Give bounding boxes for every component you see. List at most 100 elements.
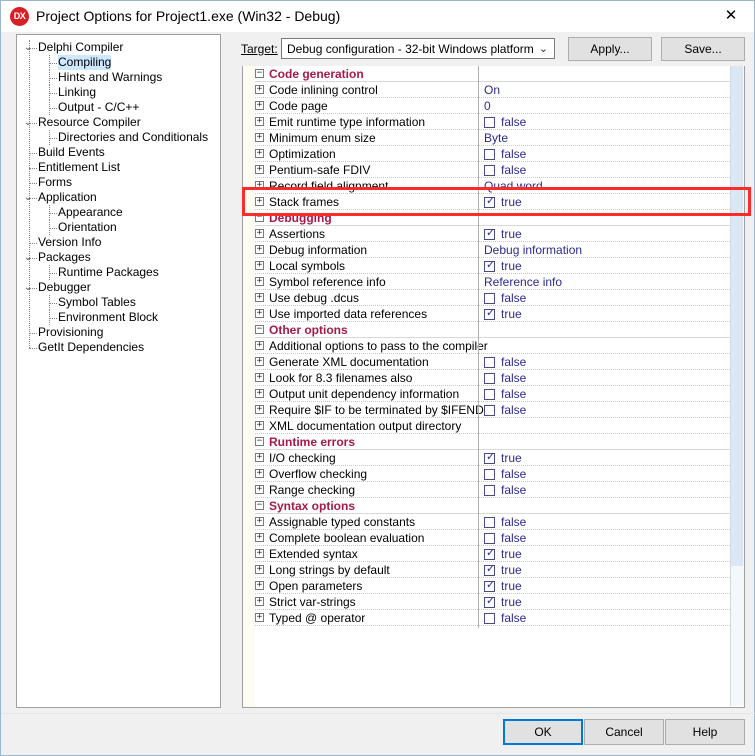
- expand-icon[interactable]: +: [255, 85, 264, 94]
- expand-icon[interactable]: +: [255, 245, 264, 254]
- property-value[interactable]: false: [501, 162, 526, 178]
- expand-icon[interactable]: +: [255, 469, 264, 478]
- grid-row-debug-information[interactable]: + Debug information Debug information: [243, 242, 732, 258]
- grid-row-strict-var-strings[interactable]: + Strict var-strings ✓ true: [243, 594, 732, 610]
- sidebar-item-environment-block[interactable]: Environment Block: [17, 310, 220, 325]
- property-checkbox[interactable]: ✓: [484, 564, 495, 576]
- cancel-button[interactable]: Cancel: [584, 719, 664, 745]
- grid-row-symbol-reference-info[interactable]: + Symbol reference info Reference info: [243, 274, 732, 290]
- expand-icon[interactable]: +: [255, 261, 264, 270]
- property-checkbox[interactable]: [484, 165, 495, 176]
- property-value[interactable]: true: [501, 578, 522, 594]
- sidebar-item-delphi-compiler[interactable]: ⌄ Delphi Compiler: [17, 40, 220, 55]
- property-checkbox[interactable]: ✓: [484, 452, 495, 464]
- grid-row-extended-syntax[interactable]: + Extended syntax ✓ true: [243, 546, 732, 562]
- property-value[interactable]: true: [501, 450, 522, 466]
- chevron-down-icon[interactable]: ⌄: [22, 250, 34, 265]
- options-tree[interactable]: ⌄ Delphi Compiler Compiling Hints and Warni…: [16, 34, 221, 708]
- expand-icon[interactable]: +: [255, 181, 264, 190]
- expand-icon[interactable]: +: [255, 533, 264, 542]
- property-checkbox[interactable]: [484, 517, 495, 528]
- expand-icon[interactable]: +: [255, 229, 264, 238]
- grid-row-code-inlining-control[interactable]: + Code inlining control On: [243, 82, 732, 98]
- property-checkbox[interactable]: ✓: [484, 260, 495, 272]
- grid-row-minimum-enum-size[interactable]: + Minimum enum size Byte: [243, 130, 732, 146]
- sidebar-item-orientation[interactable]: Orientation: [17, 220, 220, 235]
- sidebar-item-provisioning[interactable]: Provisioning: [17, 325, 220, 340]
- expand-icon[interactable]: +: [255, 277, 264, 286]
- property-value[interactable]: false: [501, 514, 526, 530]
- sidebar-item-resource-compiler[interactable]: ⌄ Resource Compiler: [17, 115, 220, 130]
- apply-button[interactable]: Apply...: [568, 37, 652, 61]
- property-value[interactable]: Debug information: [484, 242, 582, 258]
- grid-category-runtime-errors[interactable]: − Runtime errors: [243, 434, 732, 450]
- property-value[interactable]: Byte: [484, 130, 508, 146]
- property-value[interactable]: false: [501, 386, 526, 402]
- expand-icon[interactable]: +: [255, 517, 264, 526]
- sidebar-item-application[interactable]: ⌄ Application: [17, 190, 220, 205]
- property-value[interactable]: true: [501, 594, 522, 610]
- property-value[interactable]: false: [501, 402, 526, 418]
- grid-column-divider[interactable]: [478, 66, 479, 628]
- grid-row-output-unit-dependency-information[interactable]: + Output unit dependency information false: [243, 386, 732, 402]
- grid-row-look-for-8-3-filenames-also[interactable]: + Look for 8.3 filenames also false: [243, 370, 732, 386]
- grid-row-generate-xml-documentation[interactable]: + Generate XML documentation false: [243, 354, 732, 370]
- grid-row-assertions[interactable]: + Assertions ✓ true: [243, 226, 732, 242]
- property-checkbox[interactable]: [484, 405, 495, 416]
- property-value[interactable]: false: [501, 466, 526, 482]
- property-value[interactable]: true: [501, 258, 522, 274]
- expand-icon[interactable]: +: [255, 405, 264, 414]
- property-value[interactable]: Quad word: [484, 178, 543, 194]
- expand-icon[interactable]: +: [255, 133, 264, 142]
- grid-row-assignable-typed-constants[interactable]: + Assignable typed constants false: [243, 514, 732, 530]
- grid-row-code-page[interactable]: + Code page 0: [243, 98, 732, 114]
- sidebar-item-build-events[interactable]: Build Events: [17, 145, 220, 160]
- sidebar-item-directories-and-conditionals[interactable]: Directories and Conditionals: [17, 130, 220, 145]
- property-checkbox[interactable]: ✓: [484, 580, 495, 592]
- property-checkbox[interactable]: [484, 485, 495, 496]
- property-grid[interactable]: − Code generation + Code inlining control On…: [242, 66, 745, 708]
- grid-row-i-o-checking[interactable]: + I/O checking ✓ true: [243, 450, 732, 466]
- sidebar-item-linking[interactable]: Linking: [17, 85, 220, 100]
- property-value[interactable]: false: [501, 290, 526, 306]
- property-checkbox[interactable]: [484, 469, 495, 480]
- expand-icon[interactable]: +: [255, 421, 264, 430]
- collapse-icon[interactable]: −: [255, 325, 264, 334]
- expand-icon[interactable]: +: [255, 357, 264, 366]
- sidebar-item-runtime-packages[interactable]: Runtime Packages: [17, 265, 220, 280]
- property-grid-scrollbar[interactable]: [730, 66, 744, 706]
- expand-icon[interactable]: +: [255, 101, 264, 110]
- property-value[interactable]: 0: [484, 98, 491, 114]
- property-checkbox[interactable]: [484, 389, 495, 400]
- close-icon[interactable]: ✕: [708, 1, 754, 31]
- property-checkbox[interactable]: ✓: [484, 228, 495, 240]
- target-configuration-select[interactable]: Debug configuration - 32-bit Windows pla…: [281, 38, 555, 59]
- expand-icon[interactable]: +: [255, 485, 264, 494]
- sidebar-item-getit-dependencies[interactable]: GetIt Dependencies: [17, 340, 220, 355]
- expand-icon[interactable]: +: [255, 149, 264, 158]
- save-button[interactable]: Save...: [661, 37, 745, 61]
- grid-row-emit-runtime-type-information[interactable]: + Emit runtime type information false: [243, 114, 732, 130]
- property-checkbox[interactable]: ✓: [484, 196, 495, 208]
- sidebar-item-version-info[interactable]: Version Info: [17, 235, 220, 250]
- expand-icon[interactable]: +: [255, 341, 264, 350]
- expand-icon[interactable]: +: [255, 581, 264, 590]
- property-checkbox[interactable]: [484, 293, 495, 304]
- property-value[interactable]: true: [501, 562, 522, 578]
- sidebar-item-forms[interactable]: Forms: [17, 175, 220, 190]
- grid-row-long-strings-by-default[interactable]: + Long strings by default ✓ true: [243, 562, 732, 578]
- grid-category-other-options[interactable]: − Other options: [243, 322, 732, 338]
- property-checkbox[interactable]: [484, 117, 495, 128]
- chevron-down-icon[interactable]: ⌄: [22, 40, 34, 55]
- expand-icon[interactable]: +: [255, 389, 264, 398]
- grid-row-local-symbols[interactable]: + Local symbols ✓ true: [243, 258, 732, 274]
- expand-icon[interactable]: +: [255, 565, 264, 574]
- grid-row-open-parameters[interactable]: + Open parameters ✓ true: [243, 578, 732, 594]
- ok-button[interactable]: OK: [503, 719, 583, 745]
- grid-row-stack-frames[interactable]: + Stack frames ✓ true: [243, 194, 732, 210]
- grid-row-use-debug-dcus[interactable]: + Use debug .dcus false: [243, 290, 732, 306]
- expand-icon[interactable]: +: [255, 597, 264, 606]
- property-value[interactable]: true: [501, 226, 522, 242]
- scrollbar-thumb[interactable]: [731, 66, 743, 566]
- grid-row-additional-options-to-pass-to-the-compiler[interactable]: + Additional options to pass to the compi…: [243, 338, 732, 354]
